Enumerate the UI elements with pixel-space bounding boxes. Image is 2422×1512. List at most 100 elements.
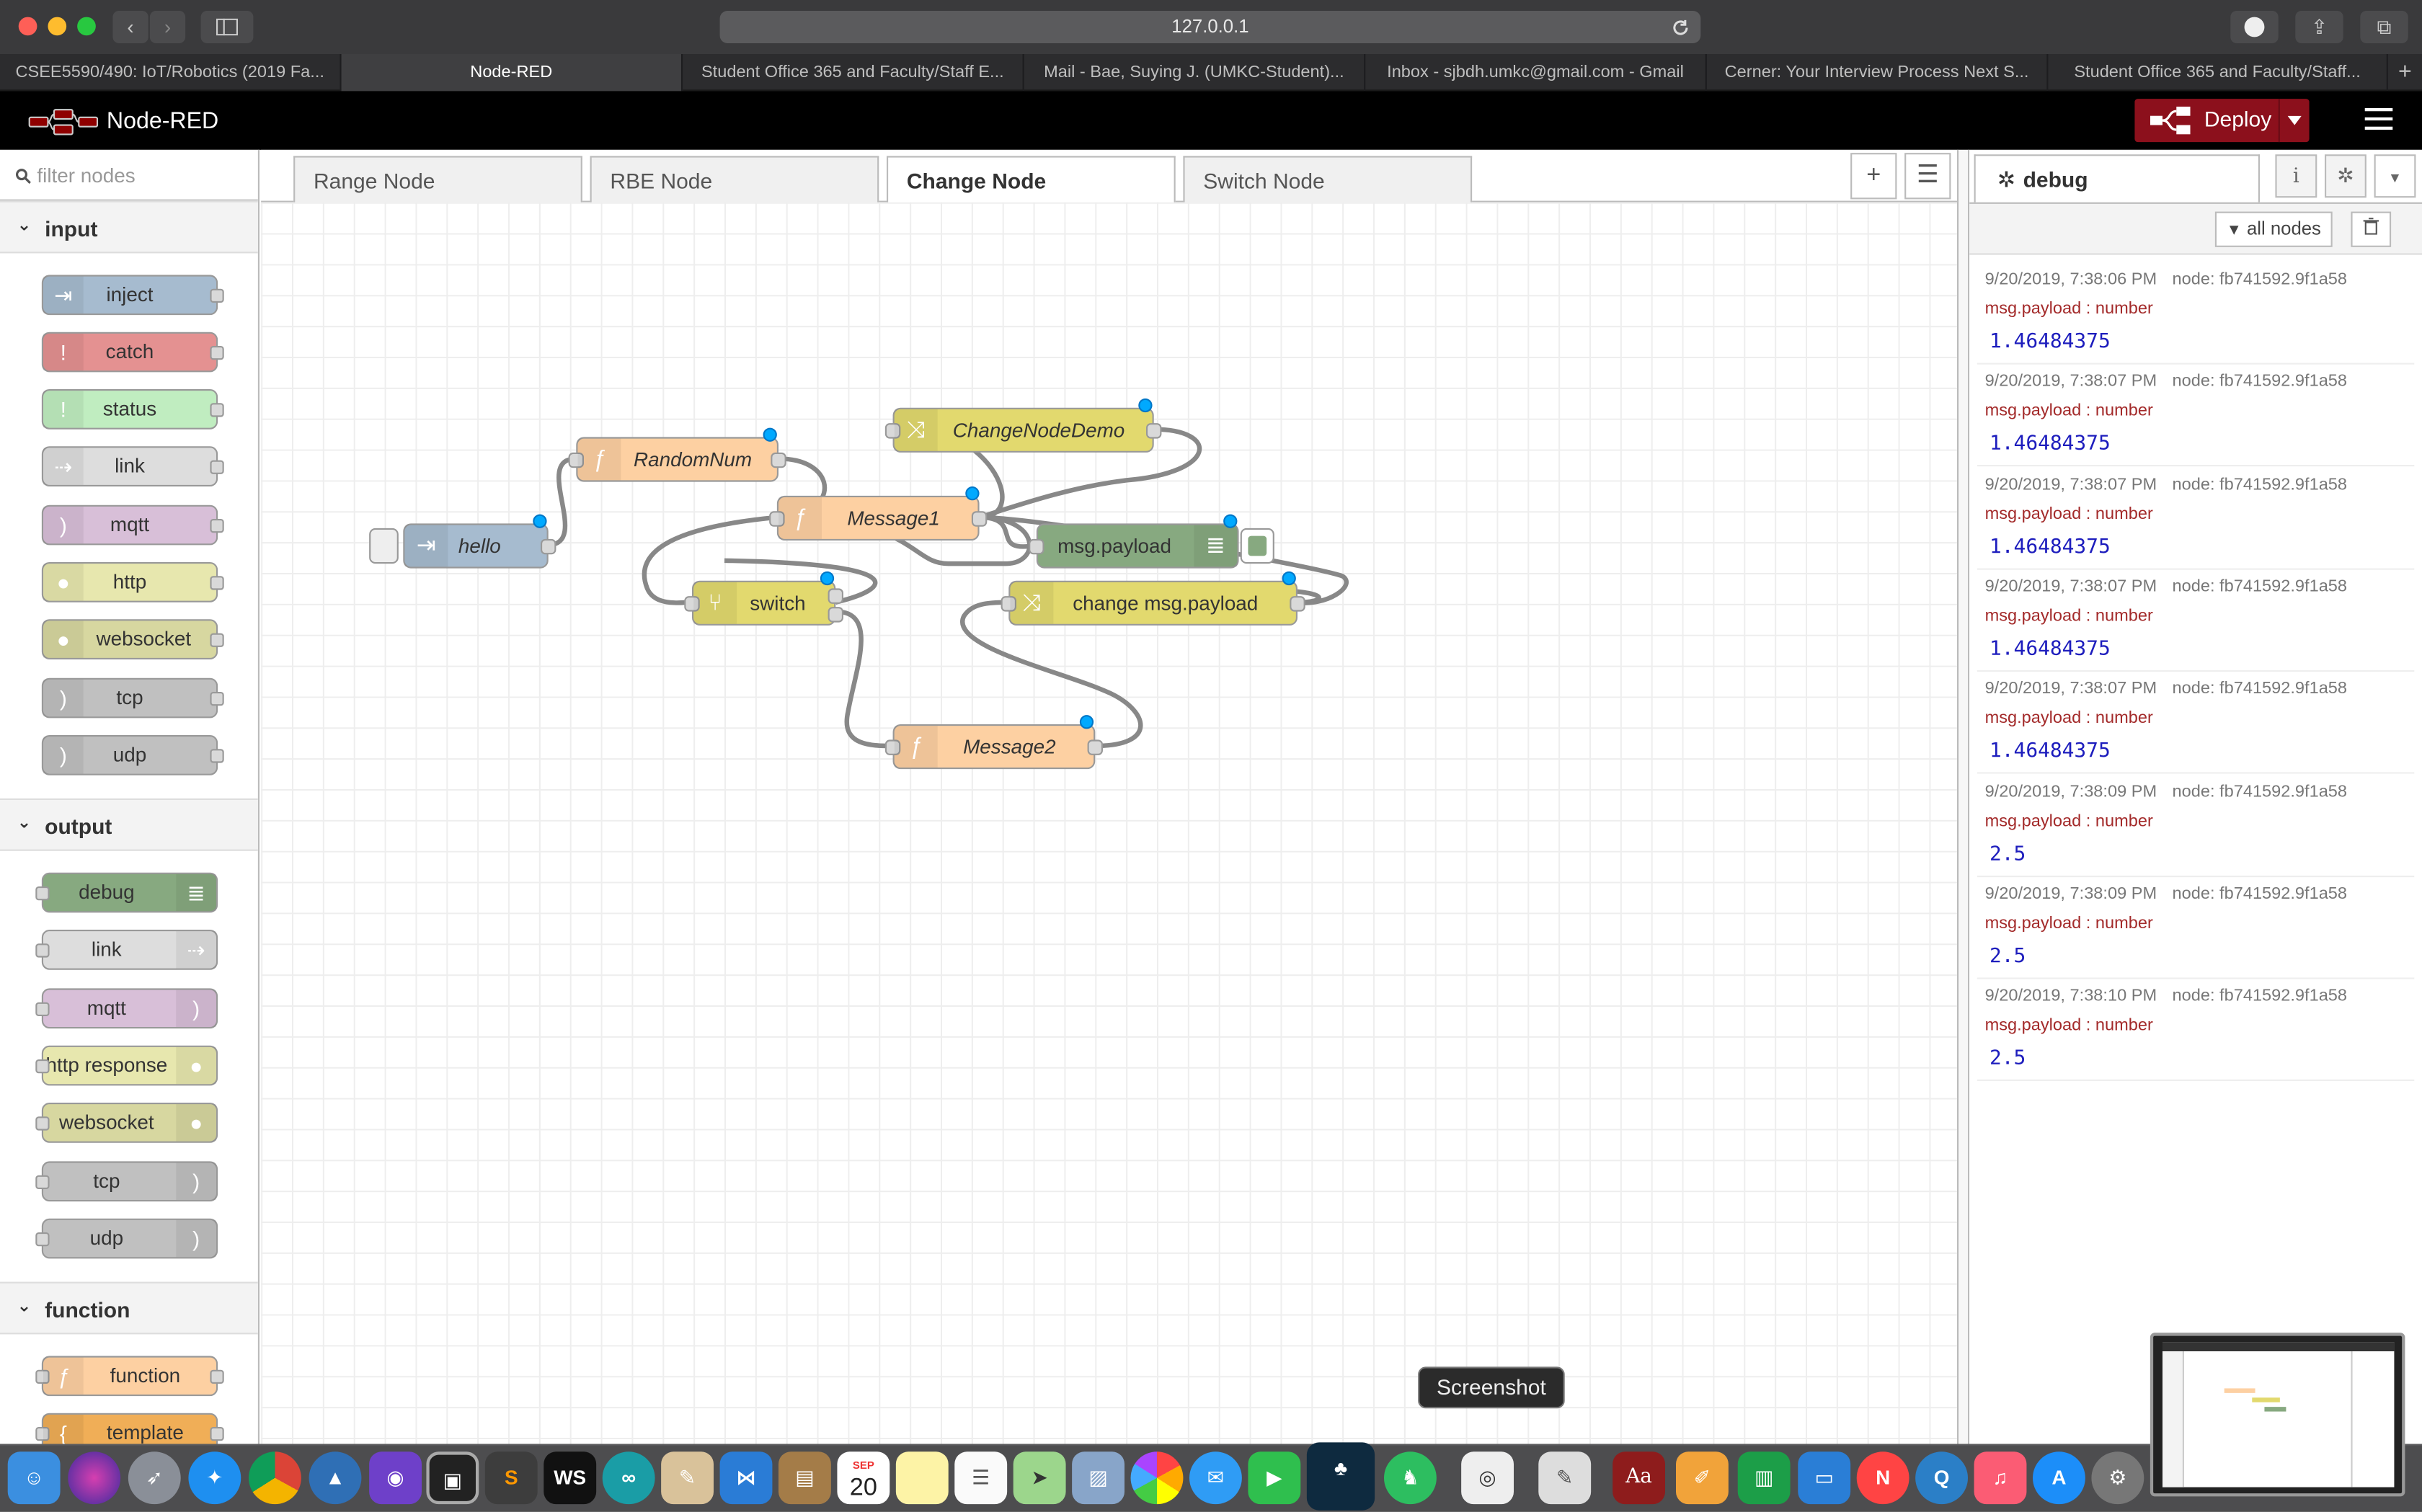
category-function[interactable]: ⌄ function bbox=[0, 1281, 258, 1335]
news-icon[interactable]: N bbox=[1856, 1451, 1909, 1505]
input-port[interactable] bbox=[1029, 538, 1044, 555]
facetime-icon[interactable]: ▶ bbox=[1248, 1451, 1301, 1505]
sublime-text-icon[interactable]: S bbox=[484, 1451, 538, 1505]
close-window-button[interactable] bbox=[18, 17, 37, 36]
vscode-icon[interactable]: ⋈ bbox=[719, 1451, 773, 1505]
tab-change-node[interactable]: Change Node bbox=[887, 156, 1176, 205]
debug-message[interactable]: 9/20/2019, 7:38:07 PM node: fb741592.9f1a… bbox=[1977, 569, 2415, 672]
debug-message[interactable]: 9/20/2019, 7:38:06 PM node: fb741592.9f1a… bbox=[1977, 262, 2415, 365]
palette-node-catch[interactable]: ! catch bbox=[41, 332, 224, 373]
palette-node-udp-in[interactable]: ) udp bbox=[41, 734, 224, 775]
photos-icon[interactable] bbox=[1130, 1451, 1184, 1505]
browser-tab[interactable]: Student Office 365 and Faculty/Staff E..… bbox=[683, 54, 1024, 92]
palette-node-mqtt-out[interactable]: mqtt) bbox=[35, 988, 218, 1029]
remote-desktop-icon[interactable]: ▣ bbox=[426, 1451, 479, 1505]
deploy-button[interactable]: Deploy bbox=[2134, 99, 2310, 143]
flow-node-changemsgpayload[interactable]: ⤨ change msg.payload bbox=[1001, 571, 1305, 626]
system-preferences-icon[interactable]: ⚙ bbox=[2091, 1451, 2144, 1505]
debug-message[interactable]: 9/20/2019, 7:38:09 PM node: fb741592.9f1a… bbox=[1977, 775, 2415, 877]
category-input[interactable]: ⌄ input bbox=[0, 200, 258, 254]
dictionary-icon[interactable]: Aa bbox=[1613, 1451, 1665, 1505]
debug-toggle-button[interactable] bbox=[1240, 528, 1274, 564]
debug-message[interactable]: 9/20/2019, 7:38:09 PM node: fb741592.9f1a… bbox=[1977, 877, 2415, 979]
flow-node-switch[interactable]: ⑂ switch bbox=[684, 571, 843, 626]
category-output[interactable]: ⌄ output bbox=[0, 798, 258, 851]
maps-icon[interactable]: ➤ bbox=[1013, 1451, 1066, 1505]
network-app-icon[interactable]: ▲ bbox=[309, 1451, 362, 1505]
info-tab-button[interactable]: i bbox=[2275, 154, 2317, 198]
palette-node-websocket-out[interactable]: websocket ● bbox=[35, 1103, 218, 1143]
palette-node-status[interactable]: ! status bbox=[41, 389, 224, 430]
notes-icon[interactable] bbox=[895, 1451, 949, 1505]
siri-icon[interactable] bbox=[68, 1451, 121, 1505]
launchpad-icon[interactable]: ➶ bbox=[128, 1451, 181, 1505]
debug-message-node[interactable]: node: fb741592.9f1a58 bbox=[2173, 270, 2348, 289]
music-icon[interactable]: ♫ bbox=[1974, 1451, 2027, 1505]
quicktime-icon[interactable]: Q bbox=[1915, 1451, 1968, 1505]
output-port[interactable] bbox=[541, 538, 556, 555]
palette-node-tcp-out[interactable]: tcp) bbox=[35, 1161, 218, 1202]
debug-message-node[interactable]: node: fb741592.9f1a58 bbox=[2173, 373, 2348, 391]
debug-message-node[interactable]: node: fb741592.9f1a58 bbox=[2173, 884, 2348, 903]
tab-rbe-node[interactable]: RBE Node bbox=[590, 156, 879, 204]
palette-node-link-out[interactable]: link ⇢ bbox=[35, 930, 218, 970]
evernote-icon[interactable]: ♞ bbox=[1384, 1451, 1437, 1505]
kindle-icon[interactable]: ♣ bbox=[1306, 1442, 1375, 1511]
debug-tab-button[interactable]: ✲ bbox=[2325, 154, 2366, 198]
browser-tab[interactable]: CSEE5590/490: IoT/Robotics (2019 Fa... bbox=[0, 54, 342, 92]
debug-message[interactable]: 9/20/2019, 7:38:10 PM node: fb741592.9f1a… bbox=[1977, 979, 2415, 1082]
debug-message-node[interactable]: node: fb741592.9f1a58 bbox=[2173, 577, 2348, 596]
calendar-icon[interactable]: SEP 20 bbox=[837, 1451, 890, 1505]
output-port[interactable] bbox=[1087, 739, 1103, 755]
safari-icon[interactable]: ✦ bbox=[188, 1451, 241, 1505]
list-flows-button[interactable]: ☰ bbox=[1904, 153, 1951, 200]
minimize-window-button[interactable] bbox=[48, 17, 67, 36]
keynote-icon[interactable]: ▭ bbox=[1798, 1451, 1851, 1505]
browser-tab[interactable]: Mail - Bae, Suying J. (UMKC-Student)... bbox=[1024, 54, 1366, 92]
sidebar-menu-button[interactable]: ▼ bbox=[2374, 154, 2416, 198]
filter-all-nodes-button[interactable]: ▼ all nodes bbox=[2214, 211, 2333, 247]
filter-nodes-input[interactable]: filter nodes bbox=[0, 150, 258, 201]
address-bar[interactable]: 127.0.0.1 bbox=[719, 11, 1701, 43]
debug-message[interactable]: 9/20/2019, 7:38:07 PM node: fb741592.9f1a… bbox=[1977, 467, 2415, 569]
add-flow-button[interactable]: + bbox=[1850, 153, 1897, 200]
flow-node-hello[interactable]: ⇥ hello bbox=[369, 514, 556, 569]
share-button[interactable]: ⇪ bbox=[2295, 11, 2343, 43]
webstorm-icon[interactable]: WS bbox=[544, 1451, 597, 1505]
palette-node-udp-out[interactable]: udp) bbox=[35, 1218, 218, 1259]
app-store-icon[interactable]: A bbox=[2033, 1451, 2085, 1505]
palette-node-link-in[interactable]: ⇢ link bbox=[41, 446, 224, 486]
flow-node-message1[interactable]: ƒ Message1 bbox=[769, 486, 988, 541]
textedit-icon[interactable]: ✎ bbox=[1538, 1451, 1592, 1505]
sidebar-splitter[interactable] bbox=[1957, 149, 1970, 1444]
inject-trigger-button[interactable] bbox=[369, 528, 399, 564]
browser-tab[interactable]: Student Office 365 and Faculty/Staff... bbox=[2048, 54, 2388, 92]
flow-canvas[interactable]: ⇥ hello ƒ RandomNum ⤨ ChangeNodeDemo ƒ M… bbox=[261, 202, 1958, 1444]
flow-node-changenodedemo[interactable]: ⤨ ChangeNodeDemo bbox=[884, 398, 1162, 453]
palette-node-mqtt-in[interactable]: ) mqtt bbox=[41, 504, 224, 546]
output-port[interactable] bbox=[771, 452, 786, 468]
clear-log-button[interactable] bbox=[2351, 211, 2392, 247]
debug-message[interactable]: 9/20/2019, 7:38:07 PM node: fb741592.9f1a… bbox=[1977, 672, 2415, 774]
debug-message-node[interactable]: node: fb741592.9f1a58 bbox=[2173, 782, 2348, 801]
palette-node-debug[interactable]: debug ≣ bbox=[35, 872, 218, 913]
preview-icon[interactable]: ▨ bbox=[1072, 1451, 1124, 1505]
python-launcher-icon[interactable]: ✎ bbox=[661, 1451, 714, 1505]
palette-node-http-in[interactable]: ● http bbox=[41, 562, 224, 602]
tabs-overview-button[interactable]: ⧉ bbox=[2360, 11, 2408, 43]
tab-debug[interactable]: ✲ debug bbox=[1974, 154, 2260, 203]
finder-icon[interactable]: ☺ bbox=[7, 1451, 61, 1505]
flow-node-message2[interactable]: ƒ Message2 bbox=[884, 715, 1103, 770]
palette-node-websocket-in[interactable]: ● websocket bbox=[41, 619, 224, 659]
arduino-icon[interactable]: ∞ bbox=[602, 1451, 655, 1505]
chrome-icon[interactable] bbox=[249, 1451, 301, 1505]
palette-node-template[interactable]: {template bbox=[35, 1413, 224, 1444]
forward-button[interactable]: › bbox=[149, 11, 186, 43]
github-desktop-icon[interactable]: ◉ bbox=[369, 1451, 422, 1505]
palette-node-function[interactable]: ƒ function bbox=[35, 1356, 224, 1397]
tab-range-node[interactable]: Range Node bbox=[293, 156, 582, 204]
flow-node-msgpayload[interactable]: msg.payload ≣ bbox=[1029, 514, 1274, 569]
debug-message-node[interactable]: node: fb741592.9f1a58 bbox=[2173, 475, 2348, 494]
palette-node-http-response[interactable]: http response ● bbox=[35, 1045, 218, 1086]
browser-tab[interactable]: Cerner: Your Interview Process Next S... bbox=[1707, 54, 2049, 92]
